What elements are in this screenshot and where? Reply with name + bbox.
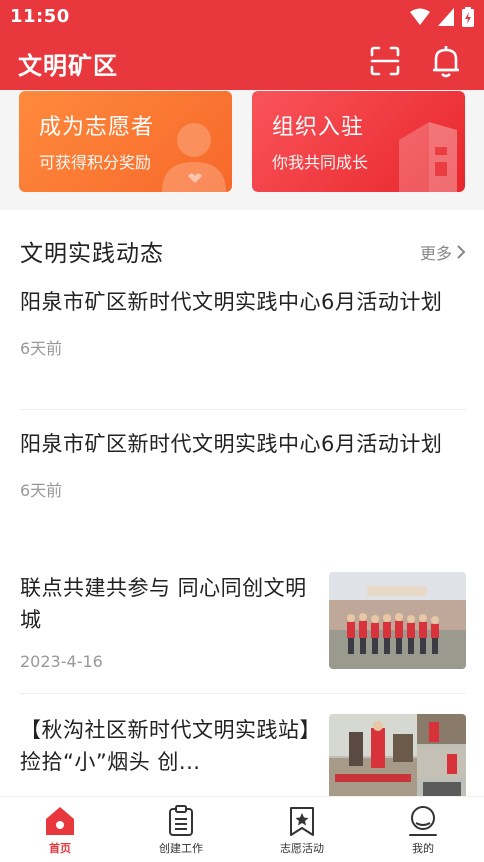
tab-mine[interactable]: 我的 (373, 805, 473, 856)
card-subtitle: 可获得积分奖励 (39, 153, 152, 172)
chevron-right-icon (457, 245, 466, 259)
tab-home[interactable]: 首页 (10, 805, 110, 856)
status-icons (410, 7, 474, 27)
bookmark-star-icon (290, 807, 314, 836)
wifi-icon (410, 8, 430, 25)
scan-icon[interactable] (368, 44, 402, 78)
news-item[interactable]: 阳泉市矿区新时代文明实践中心6月活动计划 6天前 (20, 428, 466, 538)
news-item[interactable]: 【秋沟社区新时代文明实践站】捡拾“小”烟头 创... (20, 714, 466, 796)
news-title: 联点共建共参与 同心同创文明城 (20, 576, 307, 632)
more-link[interactable]: 更多 (420, 240, 466, 264)
tab-label: 创建工作 (159, 842, 203, 855)
app-bar: 文明矿区 (0, 34, 484, 90)
bottom-nav: 首页 创建工作 志愿活动 我的 (0, 796, 484, 862)
tab-label: 首页 (49, 842, 71, 855)
status-time: 11:50 (10, 6, 70, 27)
section-title: 文明实践动态 (20, 241, 164, 267)
organization-join-card[interactable]: 组织入驻 你我共同成长 (252, 91, 465, 192)
header: 11:50 文明矿区 (0, 0, 484, 90)
tab-create-work[interactable]: 创建工作 (131, 805, 231, 856)
card-title: 成为志愿者 (39, 115, 155, 140)
status-bar: 11:50 (0, 0, 484, 34)
bell-icon[interactable] (430, 43, 462, 79)
tab-volunteer-activity[interactable]: 志愿活动 (252, 805, 352, 856)
news-item[interactable]: 联点共建共参与 同心同创文明城 2023-4-16 (20, 572, 466, 694)
profile-icon (409, 806, 437, 836)
news-date: 6天前 (20, 481, 63, 500)
divider (20, 693, 466, 694)
battery-icon (462, 7, 474, 27)
news-thumbnail (329, 714, 466, 796)
divider (20, 409, 466, 410)
card-title: 组织入驻 (272, 115, 365, 140)
news-title: 阳泉市矿区新时代文明实践中心6月活动计划 (20, 290, 443, 314)
volunteer-person-icon (162, 123, 226, 192)
news-date: 6天前 (20, 339, 63, 358)
tab-label: 志愿活动 (280, 842, 324, 855)
news-thumbnail (329, 572, 466, 669)
more-label: 更多 (419, 244, 452, 263)
section-header: 文明实践动态 更多 (20, 234, 466, 268)
card-subtitle: 你我共同成长 (272, 153, 369, 172)
become-volunteer-card[interactable]: 成为志愿者 可获得积分奖励 (19, 91, 232, 192)
news-item[interactable]: 阳泉市矿区新时代文明实践中心6月活动计划 6天前 (20, 286, 466, 410)
promo-cards: 成为志愿者 可获得积分奖励 组织入驻 你我共同成长 (0, 90, 484, 210)
building-icon (399, 122, 457, 192)
news-title: 阳泉市矿区新时代文明实践中心6月活动计划 (20, 432, 443, 456)
home-icon (46, 807, 74, 835)
app-title: 文明矿区 (18, 52, 118, 80)
clipboard-icon (169, 805, 193, 836)
practice-news-section: 文明实践动态 更多 阳泉市矿区新时代文明实践中心6月活动计划 6天前 阳泉市矿区… (0, 210, 484, 796)
signal-icon (438, 8, 454, 26)
tab-label: 我的 (412, 842, 434, 855)
news-title: 【秋沟社区新时代文明实践站】捡拾“小”烟头 创... (20, 718, 311, 774)
